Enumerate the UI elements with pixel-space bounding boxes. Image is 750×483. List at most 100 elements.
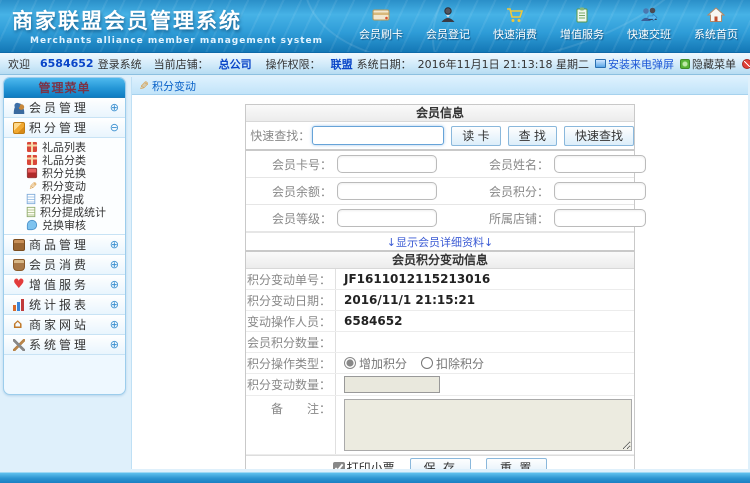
- collapse-icon[interactable]: ⊖: [110, 122, 119, 133]
- sidebar-item-value-service[interactable]: 增值服务 ⊕: [4, 275, 125, 295]
- cart-icon: [505, 6, 525, 24]
- search-button[interactable]: 查 找: [508, 126, 557, 146]
- quick-search-input[interactable]: [312, 126, 444, 145]
- nav-quick-shift[interactable]: 快速交班: [623, 6, 675, 42]
- nav-system-home[interactable]: 系统首页: [690, 6, 742, 42]
- member-info-title: 会员信息: [246, 105, 634, 122]
- sidebar-item-points-mgmt[interactable]: 积分管理 ⊖: [4, 118, 125, 138]
- expand-icon[interactable]: ⊕: [110, 299, 119, 310]
- logout-link[interactable]: 退出系统: [742, 56, 750, 72]
- add-points-option[interactable]: 增加积分: [344, 355, 407, 372]
- expand-icon[interactable]: ⊕: [110, 239, 119, 250]
- change-date-label: 积分变动日期：: [246, 290, 336, 310]
- sidebar-item-exchange-audit[interactable]: 兑换审核: [4, 218, 125, 231]
- pencil-icon: [137, 80, 149, 92]
- perm-value: 联盟: [331, 56, 353, 72]
- change-date-row: 积分变动日期： 2016/11/1 21:15:21: [246, 290, 634, 311]
- expand-icon[interactable]: ⊕: [110, 259, 119, 270]
- member-points-row: 会员积分数量：: [246, 332, 634, 353]
- content-panel: 积分变动 会员信息 快速查找： 读 卡 查 找 快速查找 会员卡号：: [131, 77, 748, 469]
- chart-icon: [13, 299, 25, 311]
- expand-icon[interactable]: ⊕: [110, 279, 119, 290]
- deduct-points-option[interactable]: 扣除积分: [421, 355, 484, 372]
- main-layout: 管理菜单 会员管理 ⊕ 积分管理 ⊖ 礼品列表 礼品分类 积分兑换: [0, 75, 750, 469]
- store-value: 总公司: [219, 56, 252, 72]
- points-box-icon: [13, 122, 25, 134]
- member-icon: [13, 102, 25, 114]
- reset-button[interactable]: 重 置: [486, 458, 547, 470]
- expand-icon[interactable]: ⊕: [110, 102, 119, 113]
- points-label: 会员积分：: [437, 183, 549, 200]
- nav-value-service[interactable]: 增值服务: [556, 6, 608, 42]
- amount-row: 积分变动数量：: [246, 374, 634, 396]
- store-label: 当前店铺：: [154, 56, 209, 72]
- level-input[interactable]: [337, 209, 437, 227]
- top-nav: 会员刷卡 会员登记 快速消费 增值服务 快速交班 系统首页: [355, 6, 742, 42]
- sidebar-header: 管理菜单: [4, 78, 125, 98]
- amount-input[interactable]: [344, 376, 440, 393]
- quick-search-button[interactable]: 快速查找: [564, 126, 634, 146]
- amount-label: 积分变动数量：: [246, 374, 336, 395]
- sidebar-item-member-consume[interactable]: 会员消费 ⊕: [4, 255, 125, 275]
- member-field-row: 会员余额： 会员积分：: [246, 178, 634, 205]
- sidebar: 管理菜单 会员管理 ⊕ 积分管理 ⊖ 礼品列表 礼品分类 积分兑换: [3, 77, 126, 395]
- detail-link-row: ↓显示会员详细资料↓: [246, 232, 634, 250]
- expand-icon[interactable]: ⊕: [110, 319, 119, 330]
- store-input[interactable]: [554, 209, 646, 227]
- member-name-input[interactable]: [554, 155, 646, 173]
- sidebar-item-system-mgmt[interactable]: 系统管理 ⊕: [4, 335, 125, 355]
- people-icon: [639, 6, 659, 24]
- sidebar-item-member-mgmt[interactable]: 会员管理 ⊕: [4, 98, 125, 118]
- quick-search-row: 快速查找： 读 卡 查 找 快速查找: [246, 122, 634, 149]
- app-title: 商家联盟会员管理系统: [12, 5, 323, 35]
- install-popup-link[interactable]: 安装来电弹屏: [595, 56, 674, 72]
- read-card-button[interactable]: 读 卡: [451, 126, 500, 146]
- member-fields-box: 会员卡号： 会员姓名： 会员余额： 会员积分： 会员等级： 所属店铺：: [245, 150, 635, 251]
- show-member-detail-link[interactable]: ↓显示会员详细资料↓: [387, 234, 493, 250]
- operator-row: 变动操作人员： 6584652: [246, 311, 634, 332]
- print-receipt-option[interactable]: 打印小票: [333, 459, 395, 469]
- goods-box-icon: [13, 239, 25, 251]
- store-label: 所属店铺：: [437, 210, 549, 227]
- logout-icon: [742, 59, 750, 69]
- points-change-title: 会员积分变动信息: [246, 252, 634, 269]
- change-date-value: 2016/11/1 21:15:21: [336, 293, 475, 307]
- balance-input[interactable]: [337, 182, 437, 200]
- perm-label: 操作权限：: [266, 56, 321, 72]
- change-no-value: JF1611012115213016: [336, 272, 490, 286]
- welcome-suffix: 登录系统: [98, 56, 142, 72]
- exchange-icon: [27, 167, 37, 177]
- info-bar-right: 系统日期： 2016年11月1日 21:13:18 星期二 安装来电弹屏 隐藏菜…: [357, 56, 750, 72]
- operator-value: 6584652: [336, 314, 402, 328]
- basket-icon: [13, 259, 25, 271]
- card-no-input[interactable]: [337, 155, 437, 173]
- nav-quick-consume[interactable]: 快速消费: [489, 6, 541, 42]
- tools-icon: [13, 339, 25, 351]
- sidebar-item-report-stats[interactable]: 统计报表 ⊕: [4, 295, 125, 315]
- points-change-box: 会员积分变动信息 积分变动单号： JF1611012115213016 积分变动…: [245, 251, 635, 469]
- sidebar-item-goods-mgmt[interactable]: 商品管理 ⊕: [4, 235, 125, 255]
- remark-label: 备 注：: [246, 396, 336, 454]
- quick-search-label: 快速查找：: [246, 127, 310, 144]
- operator-label: 变动操作人员：: [246, 311, 336, 331]
- clipboard-icon: [572, 6, 592, 24]
- nav-member-register[interactable]: 会员登记: [422, 6, 474, 42]
- footer-bar: [0, 472, 750, 483]
- points-input[interactable]: [554, 182, 646, 200]
- deduct-points-radio[interactable]: [421, 357, 433, 369]
- hide-menu-icon: [680, 59, 690, 69]
- remark-textarea[interactable]: [344, 399, 632, 451]
- sidebar-item-merchant-site[interactable]: 商家网站 ⊕: [4, 315, 125, 335]
- monitor-icon: [595, 59, 606, 68]
- save-button[interactable]: 保 存: [410, 458, 471, 470]
- nav-member-card[interactable]: 会员刷卡: [355, 6, 407, 42]
- member-field-row: 会员等级： 所属店铺：: [246, 205, 634, 232]
- info-bar: 欢迎 6584652 登录系统 当前店铺： 总公司 操作权限： 联盟 系统日期：…: [0, 53, 750, 75]
- print-receipt-checkbox[interactable]: [333, 462, 345, 470]
- add-points-radio[interactable]: [344, 357, 356, 369]
- member-info-box: 会员信息 快速查找： 读 卡 查 找 快速查找: [245, 104, 635, 150]
- op-type-row: 积分操作类型： 增加积分 扣除积分: [246, 353, 634, 374]
- expand-icon[interactable]: ⊕: [110, 339, 119, 350]
- hide-menu-link[interactable]: 隐藏菜单: [680, 56, 736, 72]
- balance-label: 会员余额：: [246, 183, 332, 200]
